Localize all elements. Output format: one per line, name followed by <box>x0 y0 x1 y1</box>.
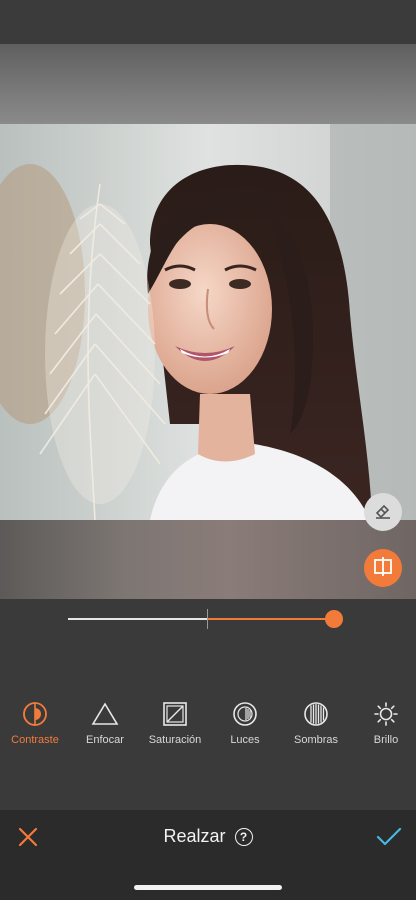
saturation-square-icon <box>161 700 189 728</box>
page-title: Realzar <box>163 826 226 846</box>
split-compare-icon <box>372 555 394 582</box>
slider-center-mark <box>207 609 208 629</box>
brightness-sun-icon <box>372 700 400 728</box>
tool-sombras[interactable]: Sombras <box>281 700 351 746</box>
blurred-background-bottom <box>0 520 416 599</box>
eraser-button[interactable] <box>364 493 402 531</box>
triangle-sharpen-icon <box>91 700 119 728</box>
tool-label: Saturación <box>148 734 202 746</box>
image-canvas[interactable] <box>0 44 416 599</box>
tool-enfocar[interactable]: Enfocar <box>70 700 140 746</box>
shadows-icon <box>302 700 330 728</box>
status-bar <box>0 0 416 44</box>
bottom-bar: Realzar ? <box>0 810 416 900</box>
blurred-background-top <box>0 44 416 124</box>
portrait-illustration <box>0 124 416 520</box>
tool-brillo[interactable]: Brillo <box>351 700 416 746</box>
confirm-button[interactable] <box>374 825 404 853</box>
eraser-icon <box>373 500 393 525</box>
tool-label: Luces <box>230 734 260 746</box>
portrait-photo[interactable] <box>0 124 416 520</box>
help-circle-icon[interactable]: ? <box>234 827 253 846</box>
checkmark-icon <box>376 826 402 853</box>
tool-luces[interactable]: Luces <box>210 700 280 746</box>
highlights-icon <box>231 700 259 728</box>
tool-contraste[interactable]: Contraste <box>0 700 70 746</box>
home-indicator <box>134 885 282 890</box>
tool-label: Enfocar <box>86 734 124 746</box>
tool-label: Contraste <box>11 734 59 746</box>
tool-bar: Contraste Enfocar Saturación Luces Sombr… <box>0 700 416 750</box>
tool-label: Brillo <box>373 734 399 746</box>
compare-button[interactable] <box>364 549 402 587</box>
tool-saturacion[interactable]: Saturación <box>140 700 210 746</box>
tool-label: Sombras <box>293 734 339 746</box>
slider-thumb[interactable] <box>325 610 343 628</box>
slider-fill <box>208 618 334 620</box>
contrast-icon <box>21 700 49 728</box>
title-group: Realzar ? <box>0 826 416 847</box>
